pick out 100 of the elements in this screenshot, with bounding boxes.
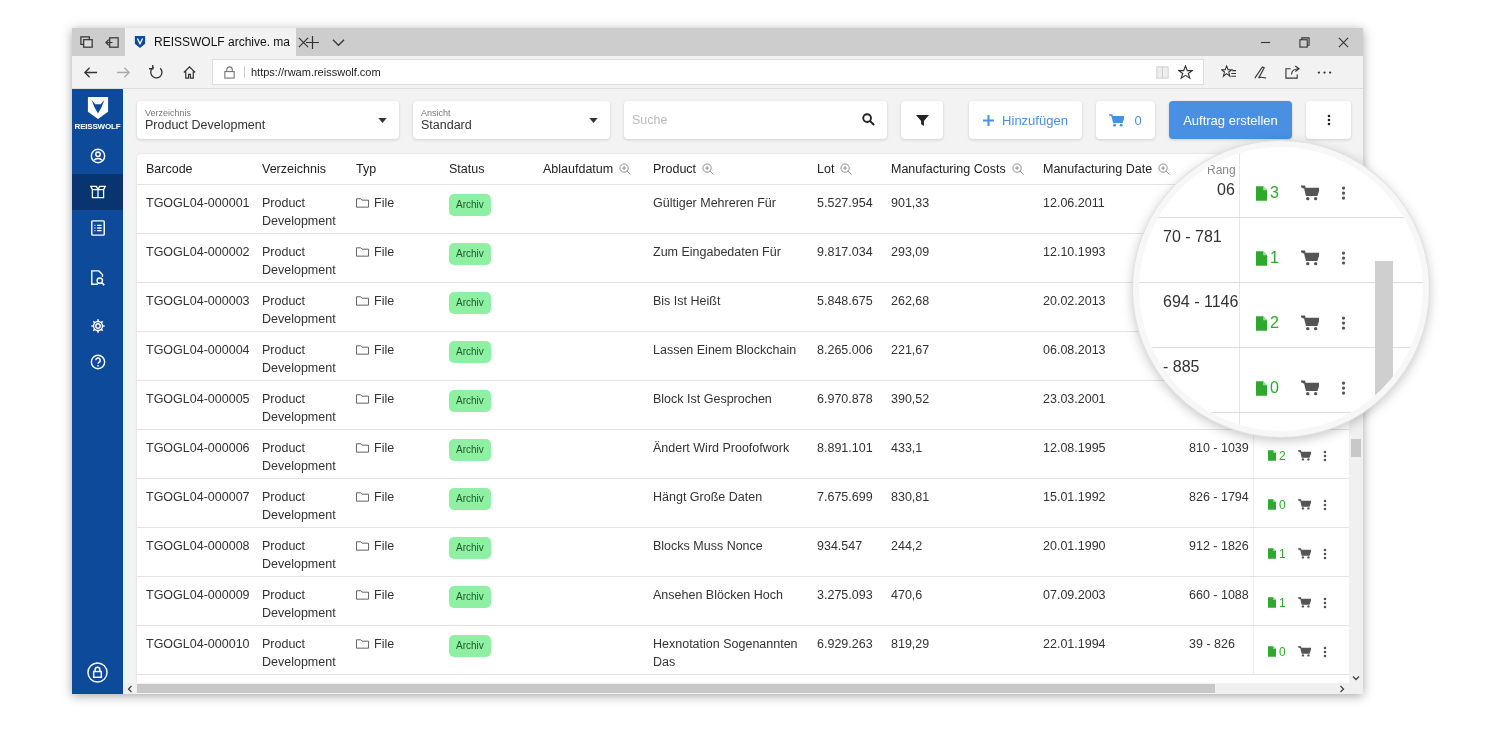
close-icon[interactable] — [1338, 36, 1349, 48]
table-cell: 6.970.878 — [817, 392, 873, 406]
kebab-icon[interactable] — [1322, 498, 1327, 511]
table-cell: Zum Eingabedaten Für — [653, 245, 781, 259]
checklist-icon — [89, 220, 106, 236]
document-icon — [1268, 548, 1276, 559]
tabs-aside-icon[interactable] — [79, 34, 94, 50]
column-header[interactable]: Typ — [356, 162, 377, 176]
chevron-right-icon[interactable] — [1338, 684, 1346, 693]
cart-icon[interactable] — [1300, 185, 1319, 201]
logo[interactable]: REISSWOLF — [72, 89, 123, 138]
scrollbar-thumb[interactable] — [137, 684, 1215, 693]
document-icon — [1256, 250, 1267, 266]
kebab-icon[interactable] — [1322, 547, 1327, 560]
url-text: https://rwam.reisswolf.com — [244, 66, 1147, 78]
table-cell: 810 - 1039 — [1189, 441, 1249, 455]
chevron-down-icon[interactable] — [1352, 674, 1360, 682]
folder-icon — [356, 246, 369, 257]
table-cell-text: File — [374, 342, 395, 359]
table-cell: 244,2 — [891, 539, 923, 553]
table-cell: TGOGL04-000002 — [146, 245, 250, 259]
lock-icon — [87, 661, 108, 683]
table-cell: Product Development — [262, 343, 336, 375]
cart-icon[interactable] — [1297, 597, 1311, 608]
cart-icon[interactable] — [1300, 250, 1319, 266]
table-cell: 819,29 — [891, 637, 930, 651]
table-cell: TGOGL04-000003 — [146, 294, 250, 308]
close-icon[interactable] — [298, 36, 310, 48]
sidebar-item[interactable] — [72, 174, 123, 210]
column-header[interactable]: Barcode — [146, 162, 193, 176]
home-icon[interactable] — [182, 64, 197, 80]
cart-icon[interactable] — [1297, 646, 1311, 657]
kebab-icon[interactable] — [1322, 449, 1327, 462]
table-cell: Hängt Große Daten — [653, 490, 763, 504]
share-icon[interactable] — [1285, 64, 1300, 80]
select-value: Product Development — [145, 118, 267, 132]
column-header[interactable]: Ablaufdatum — [543, 162, 632, 176]
cart-icon[interactable] — [1300, 380, 1319, 396]
table-cell: TGOGL04-000006 — [146, 441, 250, 455]
status-badge: Archiv — [449, 243, 491, 265]
pen-icon[interactable] — [1253, 64, 1268, 80]
kebab-icon[interactable] — [1340, 250, 1346, 266]
column-header[interactable]: Manufacturing Costs — [891, 162, 1024, 176]
cart-icon[interactable] — [1297, 499, 1311, 510]
column-header[interactable]: Lot — [817, 162, 853, 176]
restore-icon[interactable] — [1299, 36, 1310, 48]
zoom-in-icon[interactable] — [619, 163, 632, 175]
table-cell: - 885 — [1163, 358, 1200, 375]
table-cell: 262,68 — [891, 294, 930, 308]
status-badge: Archiv — [449, 439, 491, 461]
table-cell: TGOGL04-000008 — [146, 539, 250, 553]
table-cell-text: File — [374, 244, 395, 261]
favorites-icon[interactable] — [1221, 64, 1236, 80]
directory-select[interactable]: Verzeichnis Product Development — [137, 101, 399, 139]
table-cell: 694 - 1146 — [1163, 293, 1239, 310]
folder-icon — [356, 393, 369, 404]
zoom-in-icon[interactable] — [1158, 163, 1171, 175]
table-cell: TGOGL04-000007 — [146, 490, 250, 504]
kebab-icon[interactable] — [1322, 596, 1327, 609]
table-cell: 07.09.2003 — [1043, 588, 1106, 602]
zoom-in-icon[interactable] — [840, 163, 853, 175]
cart-icon[interactable] — [1297, 548, 1311, 559]
table-cell: 22.01.1994 — [1043, 637, 1106, 651]
folder-icon — [356, 540, 369, 551]
column-header[interactable]: Verzeichnis — [262, 162, 326, 176]
vertical-scrollbar[interactable] — [1349, 439, 1363, 694]
document-icon — [1256, 315, 1267, 331]
column-header[interactable]: Product — [653, 162, 715, 176]
table-cell-text: File — [374, 636, 395, 653]
table-cell: 12.10.1993 — [1043, 245, 1106, 259]
table-cell: 20.01.1990 — [1043, 539, 1106, 553]
column-header[interactable]: Status — [449, 162, 485, 176]
kebab-icon[interactable] — [1322, 645, 1327, 658]
kebab-icon[interactable] — [1340, 380, 1346, 396]
horizontal-scrollbar[interactable] — [123, 683, 1349, 694]
star-icon[interactable] — [1178, 64, 1193, 80]
cart-icon[interactable] — [1297, 450, 1311, 461]
search-field[interactable]: Suche — [624, 101, 887, 139]
status-badge: Archiv — [449, 292, 491, 314]
chevron-left-icon[interactable] — [126, 684, 134, 693]
zoom-in-icon[interactable] — [1011, 163, 1024, 175]
table-cell: Product Development — [262, 196, 336, 228]
address-bar[interactable]: https://rwam.reisswolf.com — [212, 59, 1204, 85]
zoom-in-icon[interactable] — [702, 163, 715, 175]
scrollbar-thumb[interactable] — [1351, 439, 1361, 457]
refresh-icon[interactable] — [149, 64, 164, 80]
view-select[interactable]: Ansicht Standard — [413, 101, 610, 139]
cart-icon[interactable] — [1300, 315, 1319, 331]
table-cell: 5.527.954 — [817, 196, 873, 210]
kebab-icon[interactable] — [1340, 315, 1346, 331]
table-cell: Hexnotation Sogenannten Das — [653, 637, 798, 669]
filter-button[interactable] — [901, 101, 943, 139]
back-tab-icon[interactable] — [105, 34, 120, 50]
kebab-icon[interactable] — [1340, 185, 1346, 201]
table-cell: Product Development — [262, 588, 336, 620]
status-badge: Archiv — [449, 390, 491, 412]
user-icon — [89, 148, 106, 164]
caret-icon — [378, 117, 387, 123]
column-header[interactable]: Manufacturing Date — [1043, 162, 1171, 176]
new-tab-icon[interactable] — [306, 35, 319, 49]
